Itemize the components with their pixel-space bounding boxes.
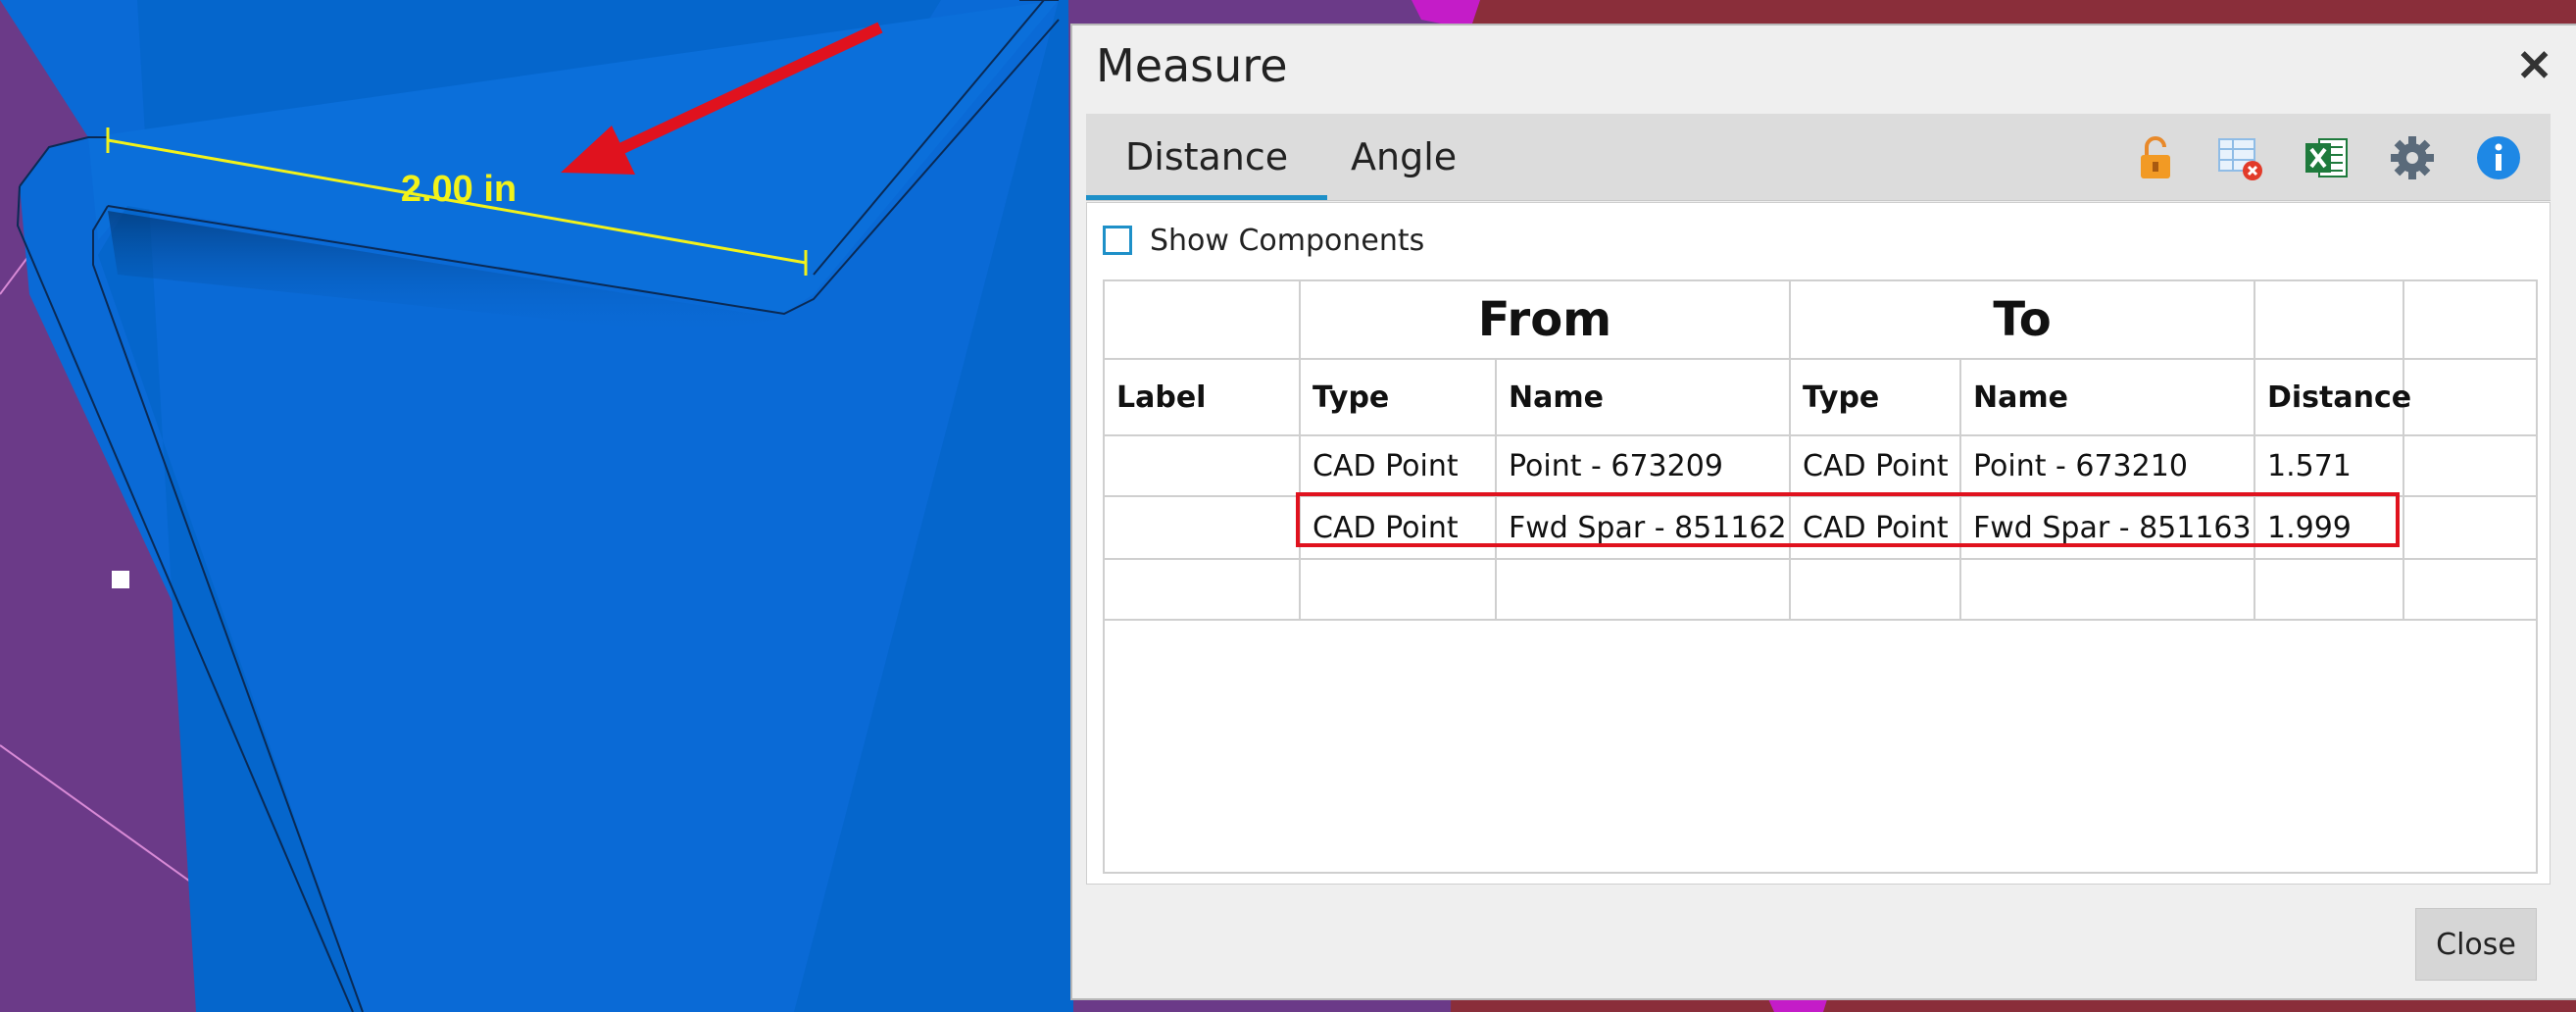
header-from: From [1301,281,1791,360]
header-blank [2404,281,2538,360]
unlock-icon[interactable] [2131,133,2180,182]
tab-distance[interactable]: Distance [1086,114,1328,200]
checkbox-box[interactable] [1103,226,1132,255]
table-cell-from-name[interactable]: Fwd Spar - 851162 [1497,497,1791,560]
table-cell-from-name[interactable]: Point - 673209 [1497,436,1791,497]
close-button[interactable]: Close [2415,908,2537,981]
table-cell-to-name[interactable]: Fwd Spar - 851163 [1961,497,2255,560]
table-cell-to-type[interactable]: CAD Point [1791,497,1961,560]
tab-bar: Distance Angle [1086,114,2551,201]
excel-export-icon[interactable] [2302,133,2351,182]
header-blank [2255,281,2404,360]
table-cell-from-type[interactable]: CAD Point [1301,436,1497,497]
header-blank [1105,281,1301,360]
table-cell-to-type[interactable]: CAD Point [1791,436,1961,497]
dimension-label: 2.00 in [401,169,517,210]
column-header-blank [2404,360,2538,436]
info-icon[interactable] [2474,133,2523,182]
column-header-from-type[interactable]: Type [1301,360,1497,436]
table-cell-empty[interactable] [1497,560,1791,621]
header-to: To [1791,281,2255,360]
measurements-table: From To Label Type Name Type Name Distan… [1103,279,2538,874]
table-cell-label[interactable] [1105,497,1301,560]
distance-panel: Show Components From To Label Type Name … [1086,202,2551,885]
table-cell-empty[interactable] [1301,560,1497,621]
show-components-checkbox[interactable]: Show Components [1103,221,1424,260]
table-cell-empty[interactable] [2404,560,2538,621]
column-header-to-type[interactable]: Type [1791,360,1961,436]
table-cell-empty[interactable] [1961,560,2255,621]
table-cell-empty[interactable] [1105,560,1301,621]
close-icon[interactable]: ✕ [2516,45,2552,88]
table-cell-blank[interactable] [2404,497,2538,560]
table-cell-from-type[interactable]: CAD Point [1301,497,1497,560]
column-header-from-name[interactable]: Name [1497,360,1791,436]
table-cell-distance[interactable]: 1.999 [2255,497,2404,560]
column-header-to-name[interactable]: Name [1961,360,2255,436]
table-cell-empty[interactable] [2255,560,2404,621]
column-header-label[interactable]: Label [1105,360,1301,436]
table-cell-label[interactable] [1105,436,1301,497]
tab-angle[interactable]: Angle [1312,114,1496,200]
dialog-title: Measure [1096,39,1288,92]
measure-dialog: Measure ✕ Distance Angle Show Components… [1070,24,2576,1000]
table-cell-distance[interactable]: 1.571 [2255,436,2404,497]
table-cell-blank[interactable] [2404,436,2538,497]
marker-square[interactable] [112,571,129,588]
show-components-label: Show Components [1150,223,1425,258]
delete-table-icon[interactable] [2215,133,2264,182]
table-cell-empty[interactable] [1791,560,1961,621]
gear-icon[interactable] [2388,133,2437,182]
column-header-distance[interactable]: Distance [2255,360,2411,436]
table-cell-to-name[interactable]: Point - 673210 [1961,436,2255,497]
